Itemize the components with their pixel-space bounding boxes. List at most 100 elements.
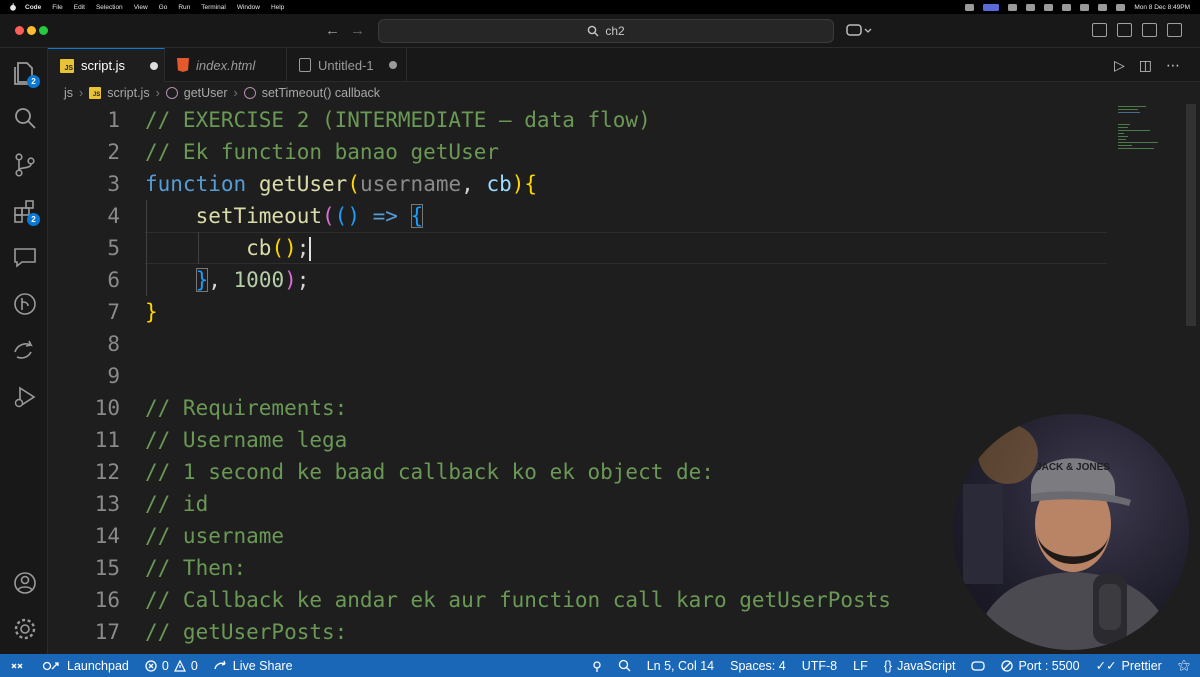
unsaved-dot-icon[interactable] bbox=[388, 61, 397, 69]
minimize-window-button[interactable] bbox=[27, 26, 36, 35]
copilot-status[interactable] bbox=[971, 660, 986, 672]
tray-wifi-icon[interactable] bbox=[1080, 3, 1090, 11]
problems-indicator[interactable]: 0 0 bbox=[145, 659, 198, 673]
explorer-icon[interactable]: 2 bbox=[12, 60, 40, 88]
more-actions-icon[interactable]: ⋯ bbox=[1166, 57, 1180, 74]
toggle-sidebar-icon[interactable] bbox=[1092, 23, 1107, 37]
code-line-9[interactable]: 9 bbox=[48, 360, 1108, 392]
launchpad-item[interactable]: Launchpad bbox=[42, 659, 129, 673]
minimap[interactable] bbox=[1118, 104, 1178, 164]
toggle-panel-icon[interactable] bbox=[1117, 23, 1132, 37]
token-function-name: cb bbox=[246, 235, 272, 260]
error-icon bbox=[145, 659, 157, 672]
zoom-indicator[interactable] bbox=[618, 659, 631, 672]
code-line-7[interactable]: 7 } bbox=[48, 296, 1108, 328]
settings-gear-icon[interactable] bbox=[12, 616, 38, 642]
run-file-icon[interactable]: ▷ bbox=[1114, 57, 1125, 74]
code-line-12[interactable]: 12 // 1 second ke baad callback ko ek ob… bbox=[48, 456, 1108, 488]
line-text: // Requirements: bbox=[145, 396, 348, 420]
tray-control-center-icon[interactable] bbox=[1116, 3, 1126, 11]
tray-camera-icon[interactable] bbox=[1008, 3, 1018, 11]
split-editor-icon[interactable]: ◫ bbox=[1139, 57, 1152, 74]
source-control-icon[interactable] bbox=[12, 152, 38, 178]
run-debug-icon[interactable] bbox=[12, 384, 38, 410]
prettier-status[interactable]: ✓✓ Prettier bbox=[1096, 658, 1162, 674]
apple-icon[interactable] bbox=[9, 3, 17, 11]
live-server-port[interactable]: Port : 5500 bbox=[1001, 658, 1080, 673]
menu-help[interactable]: Help bbox=[271, 4, 284, 11]
breadcrumb-symbol-getuser[interactable]: getUser bbox=[184, 86, 228, 100]
menu-view[interactable]: View bbox=[134, 4, 148, 11]
search-icon[interactable] bbox=[12, 105, 38, 131]
code-line-5[interactable]: 5 cb(); bbox=[48, 232, 1108, 264]
menu-file[interactable]: File bbox=[52, 4, 62, 11]
port-label: Port : 5500 bbox=[1018, 658, 1080, 673]
indentation-setting[interactable]: Spaces: 4 bbox=[730, 659, 786, 673]
menu-terminal[interactable]: Terminal bbox=[201, 4, 226, 11]
code-line-14[interactable]: 14 // username bbox=[48, 520, 1108, 552]
copilot-icon[interactable] bbox=[846, 23, 872, 38]
encoding-setting[interactable]: UTF-8 bbox=[802, 659, 837, 673]
menu-run[interactable]: Run bbox=[178, 4, 190, 11]
code-line-11[interactable]: 11 // Username lega bbox=[48, 424, 1108, 456]
pin-indicator[interactable] bbox=[592, 660, 602, 672]
copilot-status-icon bbox=[971, 660, 986, 671]
menu-go[interactable]: Go bbox=[159, 4, 168, 11]
cursor-position[interactable]: Ln 5, Col 14 bbox=[647, 659, 714, 673]
menu-window[interactable]: Window bbox=[237, 4, 260, 11]
customize-layout-icon[interactable] bbox=[1167, 23, 1182, 37]
back-arrow-icon[interactable]: ← bbox=[325, 22, 340, 39]
unsaved-dot-icon[interactable] bbox=[150, 61, 159, 70]
tab-index-html[interactable]: index.html bbox=[165, 48, 287, 82]
forward-arrow-icon[interactable]: → bbox=[350, 22, 365, 39]
code-line-3[interactable]: 3 function getUser(username, cb){ bbox=[48, 168, 1108, 200]
breadcrumb-folder[interactable]: js bbox=[64, 86, 73, 100]
git-graph-icon[interactable] bbox=[12, 291, 38, 317]
command-center-search[interactable]: ch2 bbox=[378, 19, 834, 43]
chat-icon[interactable] bbox=[12, 244, 38, 270]
menu-edit[interactable]: Edit bbox=[74, 4, 85, 11]
tray-record-icon[interactable] bbox=[965, 3, 975, 11]
chevron-right-icon: › bbox=[233, 86, 238, 100]
line-text: // Callback ke andar ek aur function cal… bbox=[145, 588, 891, 612]
line-text: // id bbox=[145, 492, 209, 516]
prettier-label: Prettier bbox=[1121, 658, 1162, 673]
function-symbol-icon bbox=[243, 87, 256, 99]
language-mode[interactable]: {} JavaScript bbox=[884, 659, 956, 673]
menu-app-name[interactable]: Code bbox=[25, 4, 41, 11]
tray-battery-icon[interactable] bbox=[1062, 3, 1072, 11]
tray-search-icon[interactable] bbox=[1098, 3, 1108, 11]
breadcrumb-symbol-callback[interactable]: setTimeout() callback bbox=[262, 86, 380, 100]
tray-screen-icon[interactable] bbox=[983, 3, 1000, 11]
code-line-1[interactable]: 1 // EXERCISE 2 (INTERMEDIATE — data flo… bbox=[48, 104, 1108, 136]
code-line-4[interactable]: 4 setTimeout(() => { bbox=[48, 200, 1108, 232]
notifications[interactable]: ⚝ bbox=[1178, 658, 1190, 673]
account-icon[interactable] bbox=[12, 570, 38, 596]
code-line-10[interactable]: 10 // Requirements: bbox=[48, 392, 1108, 424]
code-line-13[interactable]: 13 // id bbox=[48, 488, 1108, 520]
line-number: 17 bbox=[94, 620, 120, 644]
code-line-15[interactable]: 15 // Then: bbox=[48, 552, 1108, 584]
vertical-scrollbar[interactable] bbox=[1186, 104, 1196, 326]
code-line-6[interactable]: 6 }, 1000); bbox=[48, 264, 1108, 296]
tab-untitled-1[interactable]: Untitled-1 bbox=[287, 48, 407, 82]
tray-grid-icon[interactable] bbox=[1044, 3, 1054, 11]
tab-script-js[interactable]: JS script.js bbox=[48, 48, 165, 82]
code-line-17[interactable]: 17 // getUserPosts: bbox=[48, 616, 1108, 648]
menu-bar-clock[interactable]: Mon 8 Dec 8:49PM bbox=[1134, 4, 1190, 11]
tray-display-icon[interactable] bbox=[1026, 3, 1036, 11]
remote-indicator[interactable] bbox=[0, 660, 34, 672]
live-share-icon[interactable] bbox=[12, 337, 38, 363]
breadcrumb-file[interactable]: script.js bbox=[107, 86, 149, 100]
menu-selection[interactable]: Selection bbox=[96, 4, 123, 11]
code-line-8[interactable]: 8 bbox=[48, 328, 1108, 360]
launchpad-label: Launchpad bbox=[67, 658, 129, 673]
eol-setting[interactable]: LF bbox=[853, 659, 868, 673]
extensions-icon[interactable]: 2 bbox=[12, 198, 40, 226]
code-line-2[interactable]: 2 // Ek function banao getUser bbox=[48, 136, 1108, 168]
maximize-window-button[interactable] bbox=[39, 26, 48, 35]
code-line-16[interactable]: 16 // Callback ke andar ek aur function … bbox=[48, 584, 1108, 616]
live-share-item[interactable]: Live Share bbox=[214, 659, 293, 673]
toggle-bottom-panel-icon[interactable] bbox=[1142, 23, 1157, 37]
close-window-button[interactable] bbox=[15, 26, 24, 35]
